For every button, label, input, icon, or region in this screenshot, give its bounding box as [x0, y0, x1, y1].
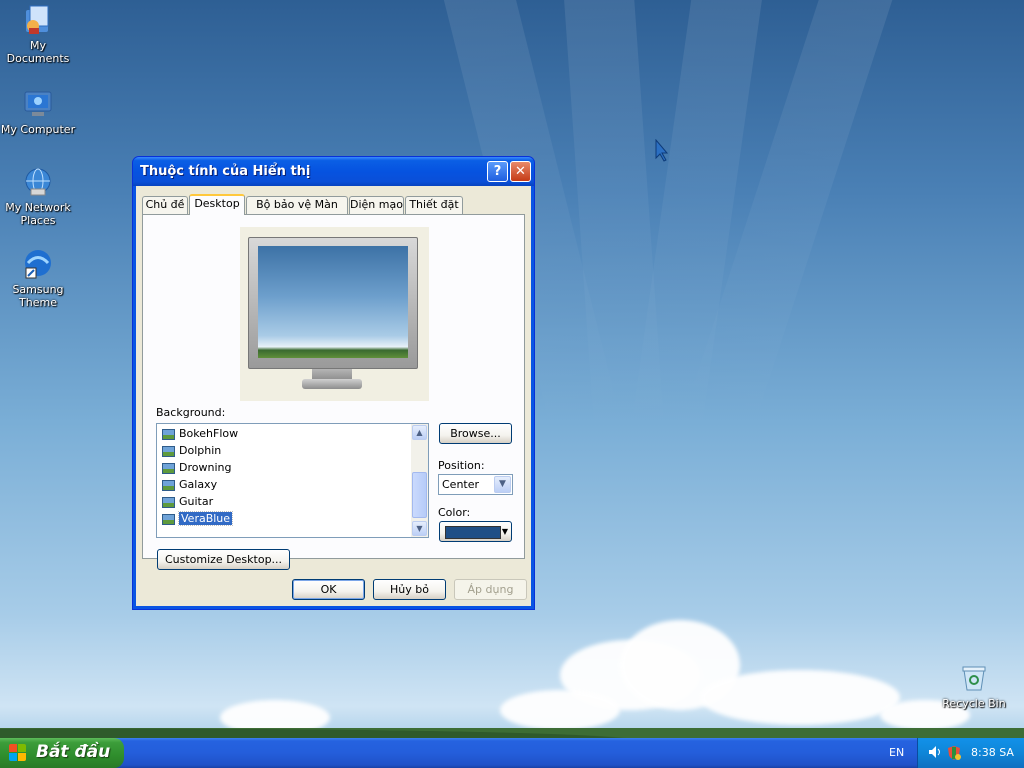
browse-button[interactable]: Browse...: [439, 423, 512, 444]
cancel-button[interactable]: Hủy bỏ: [373, 579, 446, 600]
chevron-down-icon: ▼: [501, 527, 508, 536]
recycle-bin-icon: [958, 662, 990, 694]
start-label: Bắt đầu: [36, 742, 111, 762]
desktop-icon-label: My Network Places: [5, 201, 71, 227]
tab-appearance[interactable]: Diện mạo: [349, 196, 404, 214]
volume-icon[interactable]: [928, 745, 942, 762]
tab-settings[interactable]: Thiết đặt: [405, 196, 463, 214]
security-shield-icon[interactable]: [946, 745, 962, 764]
help-button[interactable]: ?: [487, 161, 508, 182]
list-item[interactable]: Guitar: [162, 494, 213, 510]
scroll-thumb[interactable]: [412, 472, 427, 518]
desktop-icon-label: Recycle Bin: [942, 697, 1006, 710]
clock[interactable]: 8:38 SA: [971, 746, 1014, 759]
color-picker-button[interactable]: ▼: [439, 521, 512, 542]
scroll-down-icon[interactable]: ▼: [412, 521, 427, 536]
wallpaper-preview: [240, 227, 429, 401]
close-icon: ✕: [515, 164, 526, 179]
desktop-icon-label: Samsung Theme: [12, 283, 64, 309]
windows-logo-icon: [9, 744, 27, 762]
image-file-icon: [162, 513, 175, 525]
desktop-icon-samsung-theme[interactable]: Samsung Theme: [0, 248, 78, 309]
color-label: Color:: [438, 506, 471, 519]
system-tray: 8:38 SA: [917, 738, 1024, 768]
customize-desktop-button[interactable]: Customize Desktop...: [157, 549, 290, 570]
image-file-icon: [162, 445, 175, 457]
taskbar: Bắt đầu EN 8:38 SA: [0, 738, 1024, 768]
tab-desktop[interactable]: Desktop: [189, 194, 245, 215]
scroll-up-icon[interactable]: ▲: [412, 425, 427, 440]
list-item-selected[interactable]: VeraBlue: [162, 511, 234, 527]
samsung-theme-icon: [22, 248, 54, 280]
desktop-tab-panel: Background: BokehFlow Dolphin Drowning G…: [142, 214, 525, 570]
desktop-icon-recycle-bin[interactable]: Recycle Bin: [934, 662, 1014, 710]
desktop-icon-my-network-places[interactable]: My Network Places: [0, 166, 78, 227]
image-file-icon: [162, 462, 175, 474]
help-icon: ?: [493, 164, 502, 179]
background-listbox[interactable]: BokehFlow Dolphin Drowning Galaxy Guitar…: [156, 423, 429, 538]
position-label: Position:: [438, 459, 485, 472]
computer-icon: [22, 88, 54, 120]
dialog-title: Thuộc tính của Hiển thị: [140, 164, 311, 179]
color-swatch: [445, 526, 501, 539]
apply-button: Áp dụng: [454, 579, 527, 600]
dialog-client-area: Chủ đề Desktop Bộ bảo vệ Màn hình Diện m…: [136, 186, 531, 606]
image-file-icon: [162, 479, 175, 491]
listbox-scrollbar[interactable]: ▲ ▼: [411, 424, 428, 537]
monitor-preview-icon: [248, 237, 418, 369]
position-dropdown[interactable]: Center ▼: [438, 474, 513, 495]
start-button[interactable]: Bắt đầu: [0, 738, 124, 768]
horizon-treeline: [0, 720, 1024, 740]
desktop-icon-my-documents[interactable]: My Documents: [0, 4, 78, 65]
network-globe-icon: [22, 166, 54, 198]
tab-themes[interactable]: Chủ đề: [142, 196, 188, 214]
list-item[interactable]: Dolphin: [162, 443, 221, 459]
image-file-icon: [162, 496, 175, 508]
background-label: Background:: [156, 406, 226, 419]
close-button[interactable]: ✕: [510, 161, 531, 182]
display-properties-dialog: Thuộc tính của Hiển thị ? ✕ Chủ đề Deskt…: [132, 156, 535, 610]
documents-folder-icon: [22, 4, 54, 36]
chevron-down-icon[interactable]: ▼: [494, 476, 511, 493]
dialog-titlebar[interactable]: Thuộc tính của Hiển thị ? ✕: [133, 157, 534, 186]
desktop-icon-my-computer[interactable]: My Computer: [0, 88, 78, 136]
image-file-icon: [162, 428, 175, 440]
desktop-icon-label: My Computer: [0, 123, 76, 136]
list-item[interactable]: BokehFlow: [162, 426, 238, 442]
language-indicator[interactable]: EN: [889, 746, 904, 759]
tab-screen-saver[interactable]: Bộ bảo vệ Màn hình: [246, 196, 348, 227]
position-value: Center: [442, 478, 480, 491]
ok-button[interactable]: OK: [292, 579, 365, 600]
mouse-cursor-icon: [655, 139, 669, 162]
preview-screen: [258, 246, 408, 358]
list-item[interactable]: Galaxy: [162, 477, 217, 493]
list-item[interactable]: Drowning: [162, 460, 231, 476]
desktop-icon-label: My Documents: [6, 39, 70, 65]
